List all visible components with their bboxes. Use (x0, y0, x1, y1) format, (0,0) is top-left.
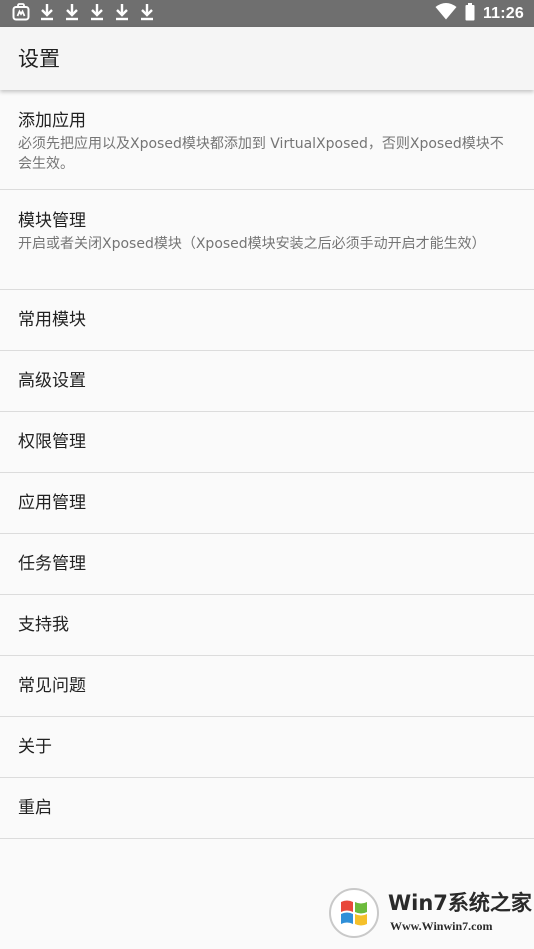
page-title: 设置 (18, 47, 60, 71)
setting-reboot[interactable]: 重启 (0, 778, 534, 839)
windows-logo-icon (328, 887, 380, 943)
setting-title: 高级设置 (18, 371, 86, 391)
setting-title: 关于 (18, 737, 52, 757)
setting-title: 应用管理 (18, 493, 86, 513)
download-icon (139, 3, 155, 25)
setting-title: 任务管理 (18, 554, 86, 574)
setting-faq[interactable]: 常见问题 (0, 656, 534, 717)
app-bar: 设置 (0, 27, 534, 90)
setting-task-management[interactable]: 任务管理 (0, 534, 534, 595)
system-indicators: 11:26 (435, 0, 524, 27)
setting-app-management[interactable]: 应用管理 (0, 473, 534, 534)
notification-icons (12, 2, 155, 25)
wifi-icon (435, 3, 457, 24)
setting-support-me[interactable]: 支持我 (0, 595, 534, 656)
setting-summary: 必须先把应用以及Xposed模块都添加到 VirtualXposed，否则Xpo… (18, 136, 504, 172)
download-icon (64, 3, 80, 25)
app-notification-icon (12, 2, 30, 25)
download-icon (89, 3, 105, 25)
watermark-url: Www.Winwin7.com (390, 919, 493, 933)
setting-summary: 开启或者关闭Xposed模块（Xposed模块安装之后必须手动开启才能生效） (18, 236, 486, 252)
battery-icon (465, 2, 475, 25)
setting-add-app[interactable]: 添加应用 必须先把应用以及Xposed模块都添加到 VirtualXposed，… (0, 90, 534, 190)
status-time: 11:26 (482, 4, 524, 22)
setting-title: 常用模块 (18, 310, 86, 330)
setting-title: 模块管理 (18, 211, 86, 231)
watermark-brand: Win7系统之家 (388, 891, 532, 915)
setting-title: 支持我 (18, 615, 69, 635)
setting-about[interactable]: 关于 (0, 717, 534, 778)
setting-common-modules[interactable]: 常用模块 (0, 290, 534, 351)
setting-advanced[interactable]: 高级设置 (0, 351, 534, 412)
setting-module-management[interactable]: 模块管理 开启或者关闭Xposed模块（Xposed模块安装之后必须手动开启才能… (0, 190, 534, 290)
download-icon (39, 3, 55, 25)
setting-permissions[interactable]: 权限管理 (0, 412, 534, 473)
setting-title: 常见问题 (18, 676, 86, 696)
watermark: Win7系统之家 Www.Winwin7.com (328, 887, 532, 943)
download-icon (114, 3, 130, 25)
setting-title: 权限管理 (18, 432, 86, 452)
status-bar: 11:26 (0, 0, 534, 27)
setting-title: 重启 (18, 798, 52, 818)
settings-list: 添加应用 必须先把应用以及Xposed模块都添加到 VirtualXposed，… (0, 90, 534, 839)
setting-title: 添加应用 (18, 111, 86, 131)
